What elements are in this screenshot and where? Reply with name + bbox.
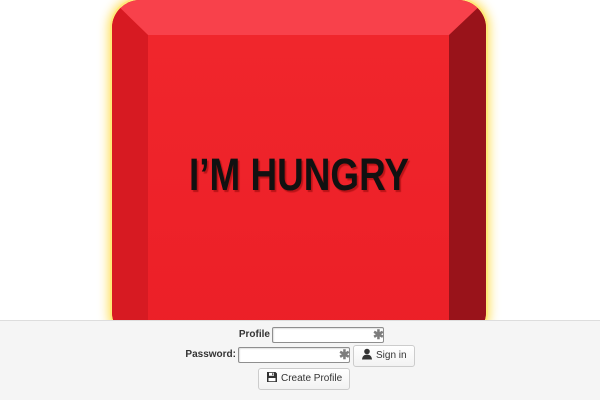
profile-name-required-icon: ✱ bbox=[373, 327, 384, 342]
page: I’M HUNGRY Profile Name: ✱ Password: ✱ S… bbox=[0, 0, 600, 400]
create-profile-label: Create Profile bbox=[281, 373, 343, 384]
password-input[interactable] bbox=[238, 347, 350, 363]
im-hungry-button[interactable]: I’M HUNGRY bbox=[112, 0, 486, 340]
im-hungry-label: I’M HUNGRY bbox=[188, 149, 410, 200]
password-required-icon: ✱ bbox=[339, 347, 350, 362]
password-label: Password: bbox=[185, 349, 236, 360]
profile-name-input[interactable] bbox=[272, 327, 384, 343]
user-icon bbox=[361, 348, 373, 360]
sign-in-label: Sign in bbox=[376, 350, 407, 361]
password-row: Password: ✱ Sign in bbox=[0, 345, 600, 370]
sign-in-button[interactable]: Sign in bbox=[353, 345, 415, 367]
login-panel: Profile Name: ✱ Password: ✱ Sign in bbox=[0, 320, 600, 400]
create-profile-row: Create Profile bbox=[0, 368, 600, 392]
floppy-disk-icon bbox=[266, 371, 278, 383]
create-profile-button[interactable]: Create Profile bbox=[258, 368, 351, 390]
